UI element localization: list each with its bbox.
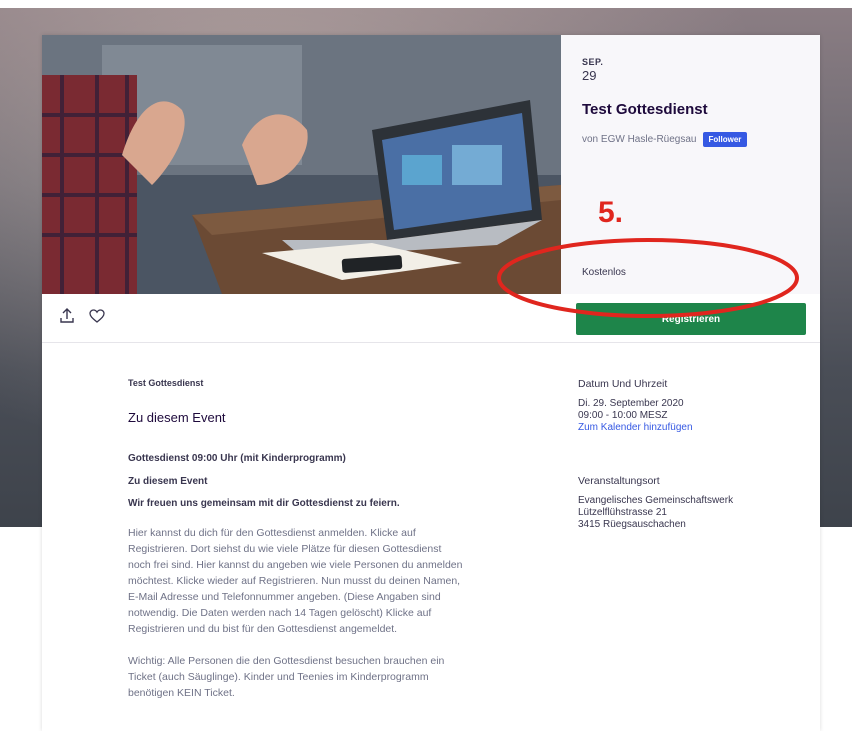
organizer-name[interactable]: von EGW Hasle-Rüegsau: [582, 134, 697, 145]
venue-heading: Veranstaltungsort: [578, 475, 660, 487]
venue-street: Lützelflühstrasse 21: [578, 507, 667, 518]
datetime-block: Di. 29. September 2020 09:00 - 10:00 MES…: [578, 398, 798, 434]
datetime-heading: Datum Und Uhrzeit: [578, 378, 668, 390]
event-day: 29: [582, 68, 597, 83]
lead-text: Wir freuen uns gemeinsam mit dir Gottesd…: [128, 498, 400, 509]
share-upload-icon[interactable]: [58, 307, 76, 325]
event-card: SEP. 29 Test Gottesdienst von EGW Hasle-…: [42, 35, 820, 731]
description-event-title: Test Gottesdienst: [128, 378, 204, 388]
about-subheading: Zu diesem Event: [128, 476, 208, 487]
organizer-line: von EGW Hasle-Rüegsau Follower: [582, 132, 748, 147]
event-details-sidebar: Datum Und Uhrzeit Di. 29. September 2020…: [578, 378, 798, 531]
top-strip: [0, 0, 852, 8]
event-title: Test Gottesdienst: [582, 101, 708, 118]
event-description: Test Gottesdienst Zu diesem Event Gottes…: [128, 378, 528, 701]
event-date: Di. 29. September 2020: [578, 398, 684, 409]
annotation-ellipse: [497, 238, 799, 318]
about-heading: Zu diesem Event: [128, 410, 226, 425]
hero-photo-illustration: [42, 35, 561, 294]
venue-city: 3415 Rüegsauschachen: [578, 519, 686, 530]
heart-icon[interactable]: [88, 307, 106, 325]
instructions-paragraph: Hier kannst du dich für den Gottesdienst…: [128, 527, 463, 635]
follow-button[interactable]: Follower: [702, 132, 748, 147]
important-note-paragraph: Wichtig: Alle Personen die den Gottesdie…: [128, 655, 445, 699]
annotation-step-number: 5.: [598, 196, 624, 229]
service-time-line: Gottesdienst 09:00 Uhr (mit Kinderprogra…: [128, 453, 346, 464]
add-to-calendar-link[interactable]: Zum Kalender hinzufügen: [578, 422, 798, 434]
event-month: SEP.: [582, 57, 604, 67]
venue-address: Evangelisches Gemeinschaftswerk Lützelfl…: [578, 495, 798, 531]
venue-name: Evangelisches Gemeinschaftswerk: [578, 495, 734, 506]
event-time: 09:00 - 10:00 MESZ: [578, 410, 668, 421]
event-hero-image: [42, 35, 561, 294]
